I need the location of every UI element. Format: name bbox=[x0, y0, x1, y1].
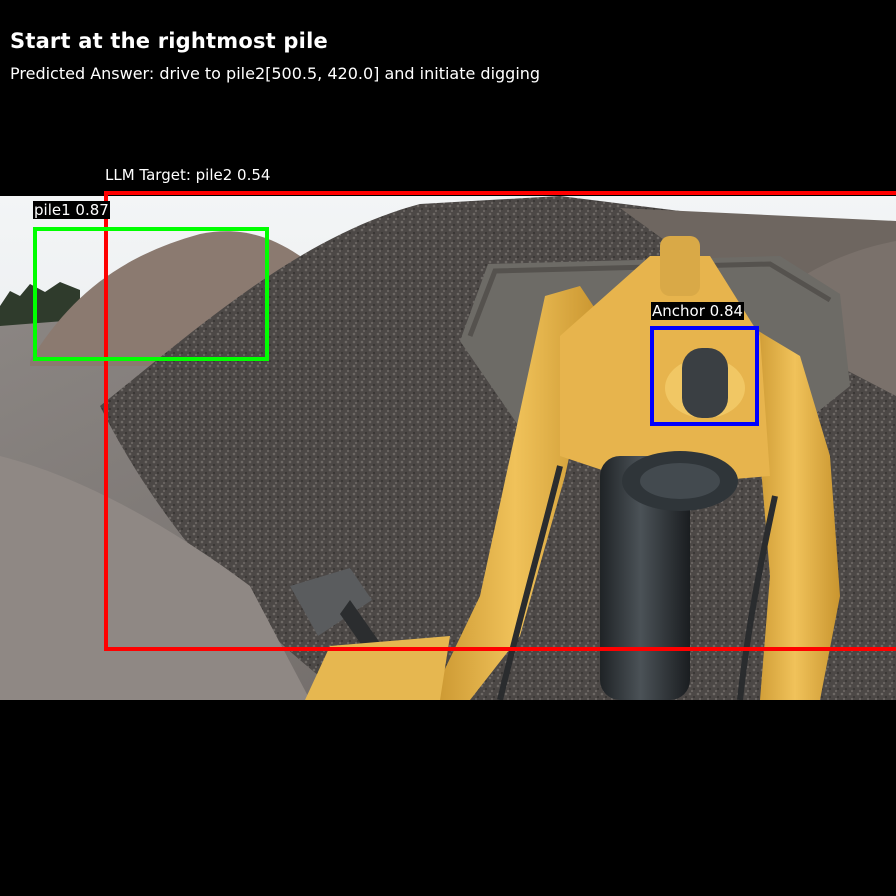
anchor-box bbox=[650, 326, 759, 426]
pile1-label: pile1 0.87 bbox=[33, 201, 110, 219]
pile1-box bbox=[33, 227, 269, 361]
anchor-label: Anchor 0.84 bbox=[651, 302, 745, 320]
title: Start at the rightmost pile bbox=[10, 29, 328, 53]
predicted-answer: Predicted Answer: drive to pile2[500.5, … bbox=[10, 64, 541, 83]
llm-target-label: LLM Target: pile2 0.54 bbox=[105, 166, 271, 184]
